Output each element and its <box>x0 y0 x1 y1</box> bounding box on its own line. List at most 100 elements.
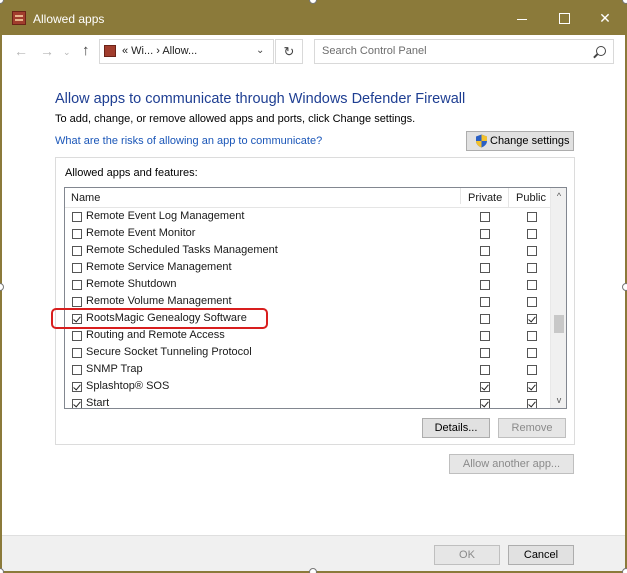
list-item[interactable]: Remote Event Monitor <box>65 226 550 243</box>
private-checkbox[interactable] <box>480 331 490 341</box>
public-checkbox[interactable] <box>527 348 537 358</box>
public-checkbox[interactable] <box>527 263 537 273</box>
app-name: Routing and Remote Access <box>86 329 225 341</box>
public-checkbox[interactable] <box>527 365 537 375</box>
scroll-up-icon[interactable]: ^ <box>551 188 566 204</box>
list-item[interactable]: SNMP Trap <box>65 362 550 379</box>
cancel-button[interactable]: Cancel <box>508 545 574 565</box>
column-header-name[interactable]: Name <box>71 192 100 204</box>
app-name: Remote Event Log Management <box>86 210 245 222</box>
minimize-button[interactable] <box>500 2 544 35</box>
list-header: Name Private Public <box>65 188 566 208</box>
list-item[interactable]: Remote Shutdown <box>65 277 550 294</box>
chevron-down-icon[interactable]: ⌄ <box>256 45 264 56</box>
app-name: Remote Shutdown <box>86 278 177 290</box>
remove-button[interactable]: Remove <box>498 418 566 438</box>
app-enabled-checkbox[interactable] <box>72 263 82 273</box>
private-checkbox[interactable] <box>480 280 490 290</box>
list-item[interactable]: Routing and Remote Access <box>65 328 550 345</box>
risks-link[interactable]: What are the risks of allowing an app to… <box>55 135 322 147</box>
back-arrow-icon[interactable]: ← <box>14 43 28 59</box>
app-enabled-checkbox[interactable] <box>72 365 82 375</box>
details-button[interactable]: Details... <box>422 418 490 438</box>
scrollbar-thumb[interactable] <box>554 315 564 333</box>
app-name: Secure Socket Tunneling Protocol <box>86 346 252 358</box>
list-item[interactable]: Splashtop® SOS <box>65 379 550 396</box>
private-checkbox[interactable] <box>480 314 490 324</box>
scroll-down-icon[interactable]: v <box>551 392 566 408</box>
vertical-scrollbar[interactable]: ^ v <box>550 188 566 408</box>
list-item[interactable]: Start <box>65 396 550 409</box>
private-checkbox[interactable] <box>480 246 490 256</box>
list-item[interactable]: Remote Service Management <box>65 260 550 277</box>
app-name: Remote Event Monitor <box>86 227 196 239</box>
public-checkbox[interactable] <box>527 382 537 392</box>
forward-arrow-icon[interactable]: → <box>40 43 54 59</box>
list-item[interactable]: Remote Scheduled Tasks Management <box>65 243 550 260</box>
address-bar[interactable]: « Wi... › Allow... ⌄ <box>99 39 274 64</box>
private-checkbox[interactable] <box>480 263 490 273</box>
app-enabled-checkbox[interactable] <box>72 297 82 307</box>
selection-highlight-annotation <box>51 308 268 329</box>
close-button[interactable]: ✕ <box>583 2 627 35</box>
private-checkbox[interactable] <box>480 348 490 358</box>
allow-another-app-button[interactable]: Allow another app... <box>449 454 574 474</box>
public-checkbox[interactable] <box>527 297 537 307</box>
private-checkbox[interactable] <box>480 229 490 239</box>
change-settings-button[interactable]: Change settings <box>466 131 574 151</box>
up-arrow-icon[interactable]: ↑ <box>82 42 90 59</box>
firewall-icon <box>12 11 26 25</box>
app-enabled-checkbox[interactable] <box>72 331 82 341</box>
private-checkbox[interactable] <box>480 399 490 408</box>
firewall-icon <box>104 45 116 57</box>
public-checkbox[interactable] <box>527 212 537 222</box>
column-header-private[interactable]: Private <box>460 188 502 204</box>
app-enabled-checkbox[interactable] <box>72 246 82 256</box>
maximize-button[interactable] <box>542 2 586 35</box>
app-name: SNMP Trap <box>86 363 143 375</box>
title-bar[interactable]: Allowed apps ✕ <box>2 2 625 35</box>
ok-button[interactable]: OK <box>434 545 500 565</box>
change-settings-label: Change settings <box>490 135 570 147</box>
resize-handle[interactable] <box>309 568 317 573</box>
search-icon[interactable] <box>596 46 606 56</box>
list-item[interactable]: Secure Socket Tunneling Protocol <box>65 345 550 362</box>
allowed-apps-group: Allowed apps and features: Name Private … <box>55 157 575 445</box>
app-enabled-checkbox[interactable] <box>72 280 82 290</box>
app-enabled-checkbox[interactable] <box>72 229 82 239</box>
page-title: Allow apps to communicate through Window… <box>55 91 466 107</box>
search-placeholder: Search Control Panel <box>322 45 427 57</box>
public-checkbox[interactable] <box>527 229 537 239</box>
list-item[interactable]: Remote Event Log Management <box>65 209 550 226</box>
private-checkbox[interactable] <box>480 365 490 375</box>
allowed-apps-window: Allowed apps ✕ ← → ⌄ ↑ « Wi... › Allow..… <box>0 0 627 573</box>
public-checkbox[interactable] <box>527 280 537 290</box>
window-title: Allowed apps <box>33 12 105 26</box>
private-checkbox[interactable] <box>480 297 490 307</box>
resize-handle[interactable] <box>622 568 627 573</box>
app-name: Splashtop® SOS <box>86 380 170 392</box>
recent-locations-chevron-icon[interactable]: ⌄ <box>63 47 71 58</box>
private-checkbox[interactable] <box>480 382 490 392</box>
instructions-text: To add, change, or remove allowed apps a… <box>55 113 416 125</box>
breadcrumb[interactable]: « Wi... › Allow... <box>122 45 197 57</box>
resize-handle[interactable] <box>622 283 627 291</box>
app-name: Remote Service Management <box>86 261 232 273</box>
search-input[interactable]: Search Control Panel <box>314 39 614 64</box>
app-enabled-checkbox[interactable] <box>72 212 82 222</box>
app-name: Start <box>86 397 110 409</box>
app-enabled-checkbox[interactable] <box>72 382 82 392</box>
refresh-button[interactable]: ↻ <box>275 39 303 64</box>
private-checkbox[interactable] <box>480 212 490 222</box>
navigation-bar: ← → ⌄ ↑ « Wi... › Allow... ⌄ ↻ Search Co… <box>2 35 625 69</box>
column-header-public[interactable]: Public <box>508 188 546 208</box>
public-checkbox[interactable] <box>527 246 537 256</box>
allowed-apps-list[interactable]: Name Private Public Remote Event Log Man… <box>64 187 567 409</box>
group-label: Allowed apps and features: <box>65 167 198 179</box>
public-checkbox[interactable] <box>527 399 537 408</box>
public-checkbox[interactable] <box>527 314 537 324</box>
public-checkbox[interactable] <box>527 331 537 341</box>
app-enabled-checkbox[interactable] <box>72 348 82 358</box>
app-enabled-checkbox[interactable] <box>72 399 82 408</box>
app-name: Remote Volume Management <box>86 295 232 307</box>
